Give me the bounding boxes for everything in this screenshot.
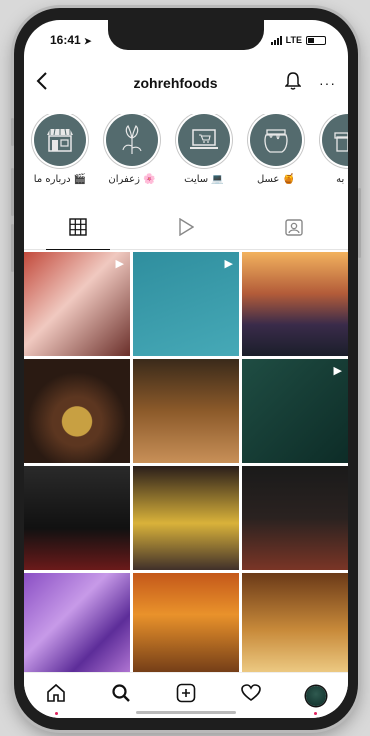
highlight-label: سایت 💻: [184, 174, 224, 185]
post-zohreh-logo[interactable]: ▶: [242, 359, 348, 463]
tab-tagged[interactable]: [240, 210, 348, 249]
location-arrow-icon: ➤: [84, 36, 92, 46]
battery-icon: [306, 35, 326, 45]
highlight-about-us[interactable]: درباره ما 🎬: [30, 114, 90, 206]
signal-icon: [270, 35, 282, 45]
post-saffron-box[interactable]: [24, 466, 130, 570]
reel-badge-icon: ▶: [224, 258, 233, 270]
highlight-label: به 🎁: [336, 174, 348, 185]
post-honey-jar[interactable]: [133, 359, 239, 463]
mute-switch: [11, 118, 14, 146]
instagram-profile-screen: 16:41 ➤ LTE zohrehfoods ··· درباره ما 🎬 …: [24, 20, 348, 718]
post-saffron-dessert[interactable]: [133, 466, 239, 570]
status-right: LTE: [270, 35, 326, 45]
highlight-website[interactable]: سایت 💻: [174, 114, 234, 206]
time-text: 16:41: [50, 33, 81, 47]
post-saffron-jar[interactable]: [242, 466, 348, 570]
post-woman-portrait[interactable]: ▶: [24, 252, 130, 356]
nav-activity[interactable]: [236, 681, 266, 711]
tab-posts-grid[interactable]: [24, 210, 132, 250]
volume-up-button: [11, 168, 14, 216]
story-highlights: درباره ما 🎬 زعفران 🌸 سایت 💻 عسل 🍯 به 🎁: [30, 114, 348, 206]
post-website-monitor[interactable]: ▶: [133, 252, 239, 356]
highlight-label: زعفران 🌸: [108, 174, 156, 185]
tagged-person-icon: [285, 218, 303, 241]
post-purple-flowers[interactable]: [24, 573, 130, 672]
nav-home[interactable]: [41, 681, 71, 715]
home-icon: [46, 683, 66, 708]
network-label: LTE: [285, 35, 302, 45]
tab-reels[interactable]: [132, 210, 240, 249]
honey-pot-icon: [250, 114, 302, 166]
profile-avatar: [305, 685, 326, 706]
profile-header: zohrehfoods ···: [24, 66, 348, 100]
more-options-icon[interactable]: ···: [319, 75, 336, 91]
volume-down-button: [11, 224, 14, 272]
highlight-saffron[interactable]: زعفران 🌸: [102, 114, 162, 206]
status-time: 16:41 ➤: [50, 33, 92, 47]
header-actions: ···: [284, 71, 336, 95]
gift-box-icon: [322, 114, 348, 166]
notch: [108, 20, 264, 50]
play-icon: [178, 217, 195, 241]
heart-icon: [240, 684, 261, 707]
power-button: [358, 188, 361, 258]
reel-badge-icon: ▶: [333, 365, 342, 377]
grid-icon: [69, 218, 87, 241]
highlight-gift[interactable]: به 🎁: [318, 114, 348, 206]
posts-grid: ▶ ▶ ▶: [24, 252, 348, 672]
post-saffron-bowl[interactable]: [24, 359, 130, 463]
saffron-flower-icon: [106, 114, 158, 166]
search-icon: [111, 683, 131, 708]
add-post-icon: [176, 683, 196, 708]
nav-profile[interactable]: [301, 681, 331, 715]
post-honeycomb[interactable]: [242, 573, 348, 672]
shop-icon: [34, 114, 86, 166]
highlight-label: درباره ما 🎬: [33, 174, 87, 185]
nav-search[interactable]: [106, 681, 136, 711]
notification-dot: [314, 711, 318, 715]
highlight-honey[interactable]: عسل 🍯: [246, 114, 306, 206]
reel-badge-icon: ▶: [115, 258, 124, 270]
bell-icon[interactable]: [284, 71, 302, 95]
profile-tabs: [24, 210, 348, 250]
post-honey-dip[interactable]: [133, 573, 239, 672]
notification-dot: [54, 711, 58, 715]
post-saffron-flowers-sunset[interactable]: [242, 252, 348, 356]
home-indicator: [136, 711, 236, 714]
nav-create[interactable]: [171, 681, 201, 711]
back-arrow-icon[interactable]: [36, 70, 66, 96]
highlight-label: عسل 🍯: [256, 174, 296, 185]
profile-username: zohrehfoods: [133, 75, 218, 91]
laptop-cart-icon: [178, 114, 230, 166]
